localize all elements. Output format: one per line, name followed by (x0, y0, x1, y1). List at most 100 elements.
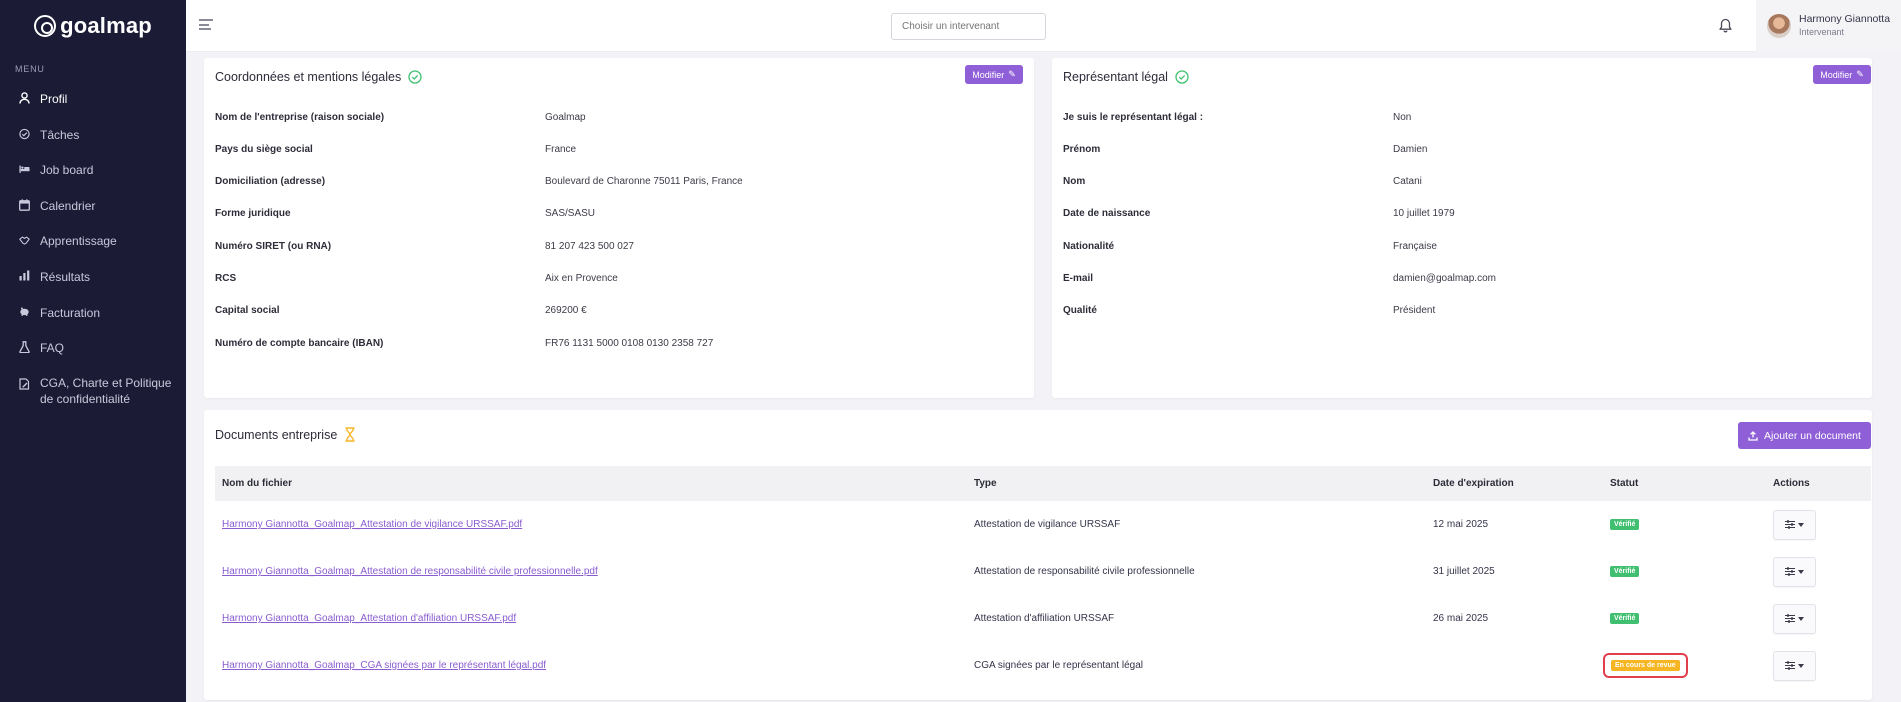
bell-icon[interactable] (1719, 18, 1732, 33)
menu-toggle-icon[interactable] (199, 19, 213, 30)
sidebar-item-label: Profil (40, 92, 68, 106)
goalmap-logo-icon (34, 15, 57, 37)
sidebar-item-apprentissage[interactable]: Apprentissage (0, 224, 186, 260)
field-value: France (545, 143, 577, 155)
file-cell: Harmony Giannotta_Goalmap_Attestation d'… (222, 595, 516, 642)
pencil-icon: ✎ (1008, 69, 1016, 79)
field-label: Nom (1063, 176, 1086, 188)
status-badge: Vérifié (1610, 566, 1640, 577)
sidebar-item-label: Résultats (40, 269, 91, 284)
row-actions-button[interactable] (1773, 603, 1816, 634)
file-cell: Harmony Giannotta_Goalmap_Attestation de… (222, 501, 522, 548)
status-badge: Vérifié (1610, 519, 1640, 530)
bed-icon (19, 162, 30, 176)
field-label: Je suis le représentant légal : (1063, 111, 1204, 123)
sidebar-nav: Profil Tâches Job board Calendrier Appre… (0, 82, 186, 413)
documents-header: Documents entreprise (215, 427, 356, 442)
type-cell: Attestation d'affiliation URSSAF (974, 613, 1115, 624)
field-label: Numéro SIRET (ou RNA) (215, 240, 332, 252)
status-cell: Vérifié (1610, 501, 1640, 548)
field-value: Catani (1393, 176, 1422, 188)
check-circle-icon (19, 127, 30, 141)
sliders-icon (1785, 567, 1795, 576)
user-menu[interactable]: Harmony Giannotta Intervenant (1756, 0, 1901, 52)
actions-cell (1773, 642, 1816, 689)
file-link[interactable]: Harmony Giannotta_Goalmap_CGA signées pa… (222, 660, 546, 671)
avatar (1767, 14, 1791, 38)
sidebar-item-taches[interactable]: Tâches (0, 118, 186, 154)
caret-down-icon (1798, 663, 1804, 668)
upload-icon (1748, 430, 1758, 441)
table-row: Harmony Giannotta_Goalmap_Attestation de… (215, 501, 1871, 548)
column-type: Type (974, 478, 997, 489)
add-document-button[interactable]: Ajouter un document (1738, 422, 1871, 449)
file-link[interactable]: Harmony Giannotta_Goalmap_Attestation d'… (222, 613, 516, 624)
info-row: Date de naissance 10 juillet 1979 (1063, 207, 1863, 221)
field-label: Pays du siège social (215, 143, 313, 155)
field-value: FR76 1131 5000 0108 0130 2358 727 (545, 337, 714, 349)
field-value: Boulevard de Charonne 75011 Paris, Franc… (545, 176, 743, 188)
info-row: Capital social 269200 € (215, 304, 1015, 318)
table-row: Harmony Giannotta_Goalmap_Attestation d'… (215, 595, 1871, 642)
sidebar-item-resultats[interactable]: Résultats (0, 260, 186, 296)
field-label: Prénom (1063, 143, 1101, 155)
row-actions-button[interactable] (1773, 650, 1816, 681)
sidebar-item-faq[interactable]: FAQ (0, 331, 186, 367)
modify-company-button[interactable]: Modifier ✎ (965, 65, 1023, 84)
bar-chart-icon (19, 269, 30, 283)
row-actions-button[interactable] (1773, 556, 1816, 587)
status-cell: Vérifié (1610, 595, 1640, 642)
sidebar-item-job-board[interactable]: Job board (0, 153, 186, 189)
sidebar-item-cga[interactable]: CGA, Charte et Politique de confidential… (0, 367, 186, 413)
sidebar-item-label: Facturation (40, 305, 101, 320)
sliders-icon (1785, 614, 1795, 623)
modify-legal-rep-button[interactable]: Modifier ✎ (1813, 65, 1871, 84)
sidebar-item-profil[interactable]: Profil (0, 82, 186, 118)
sidebar-item-calendrier[interactable]: Calendrier (0, 189, 186, 225)
info-row: E-mail damien@goalmap.com (1063, 272, 1863, 286)
info-row: Prénom Damien (1063, 142, 1863, 156)
status-badge: Vérifié (1610, 613, 1640, 624)
field-label: Numéro de compte bancaire (IBAN) (215, 337, 384, 349)
sidebar-item-label: Calendrier (40, 198, 96, 213)
info-row: Nom Catani (1063, 175, 1863, 189)
handshake-icon (19, 233, 30, 247)
field-label: Forme juridique (215, 208, 291, 220)
sidebar-item-label: Job board (40, 163, 94, 178)
calendar-icon (19, 198, 30, 212)
hourglass-icon (345, 427, 355, 442)
sidebar-item-facturation[interactable]: Facturation (0, 296, 186, 332)
column-file: Nom du fichier (222, 478, 293, 489)
field-value: Président (1393, 305, 1436, 317)
file-link[interactable]: Harmony Giannotta_Goalmap_Attestation de… (222, 566, 598, 577)
field-label: Qualité (1063, 305, 1097, 317)
add-document-label: Ajouter un document (1764, 429, 1861, 442)
status-cell: Vérifié (1610, 548, 1640, 595)
top-bar: Harmony Giannotta Intervenant (186, 0, 1901, 52)
file-link[interactable]: Harmony Giannotta_Goalmap_Attestation de… (222, 519, 522, 530)
flask-icon (19, 340, 30, 354)
column-expiry: Date d'expiration (1433, 478, 1514, 489)
file-cell: Harmony Giannotta_Goalmap_CGA signées pa… (222, 642, 546, 689)
field-label: Date de naissance (1063, 208, 1151, 220)
field-label: Domiciliation (adresse) (215, 176, 326, 188)
brand-name: goalmap (60, 13, 152, 38)
company-info-card: Coordonnées et mentions légales Modifier… (204, 58, 1034, 398)
info-row: Forme juridique SAS/SASU (215, 207, 1015, 221)
intervenant-select[interactable] (891, 13, 1046, 40)
file-cell: Harmony Giannotta_Goalmap_Attestation de… (222, 548, 598, 595)
brand-logo[interactable]: goalmap (0, 0, 186, 52)
sidebar-item-label: FAQ (40, 341, 65, 356)
expiry-cell: 26 mai 2025 (1433, 613, 1489, 624)
row-actions-button[interactable] (1773, 509, 1816, 540)
sidebar-item-label: CGA, Charte et Politique de confidential… (40, 375, 172, 406)
card-title: Coordonnées et mentions légales (215, 70, 402, 84)
verified-check-icon (408, 70, 422, 84)
field-value: Damien (1393, 143, 1428, 155)
info-row: Qualité Président (1063, 304, 1863, 318)
legal-representative-card: Représentant légal Modifier ✎ Je suis le… (1052, 58, 1872, 398)
info-row: Je suis le représentant légal : Non (1063, 110, 1863, 124)
info-row: Pays du siège social France (215, 142, 1015, 156)
field-value: damien@goalmap.com (1393, 273, 1496, 284)
table-row: Harmony Giannotta_Goalmap_Attestation de… (215, 548, 1871, 595)
